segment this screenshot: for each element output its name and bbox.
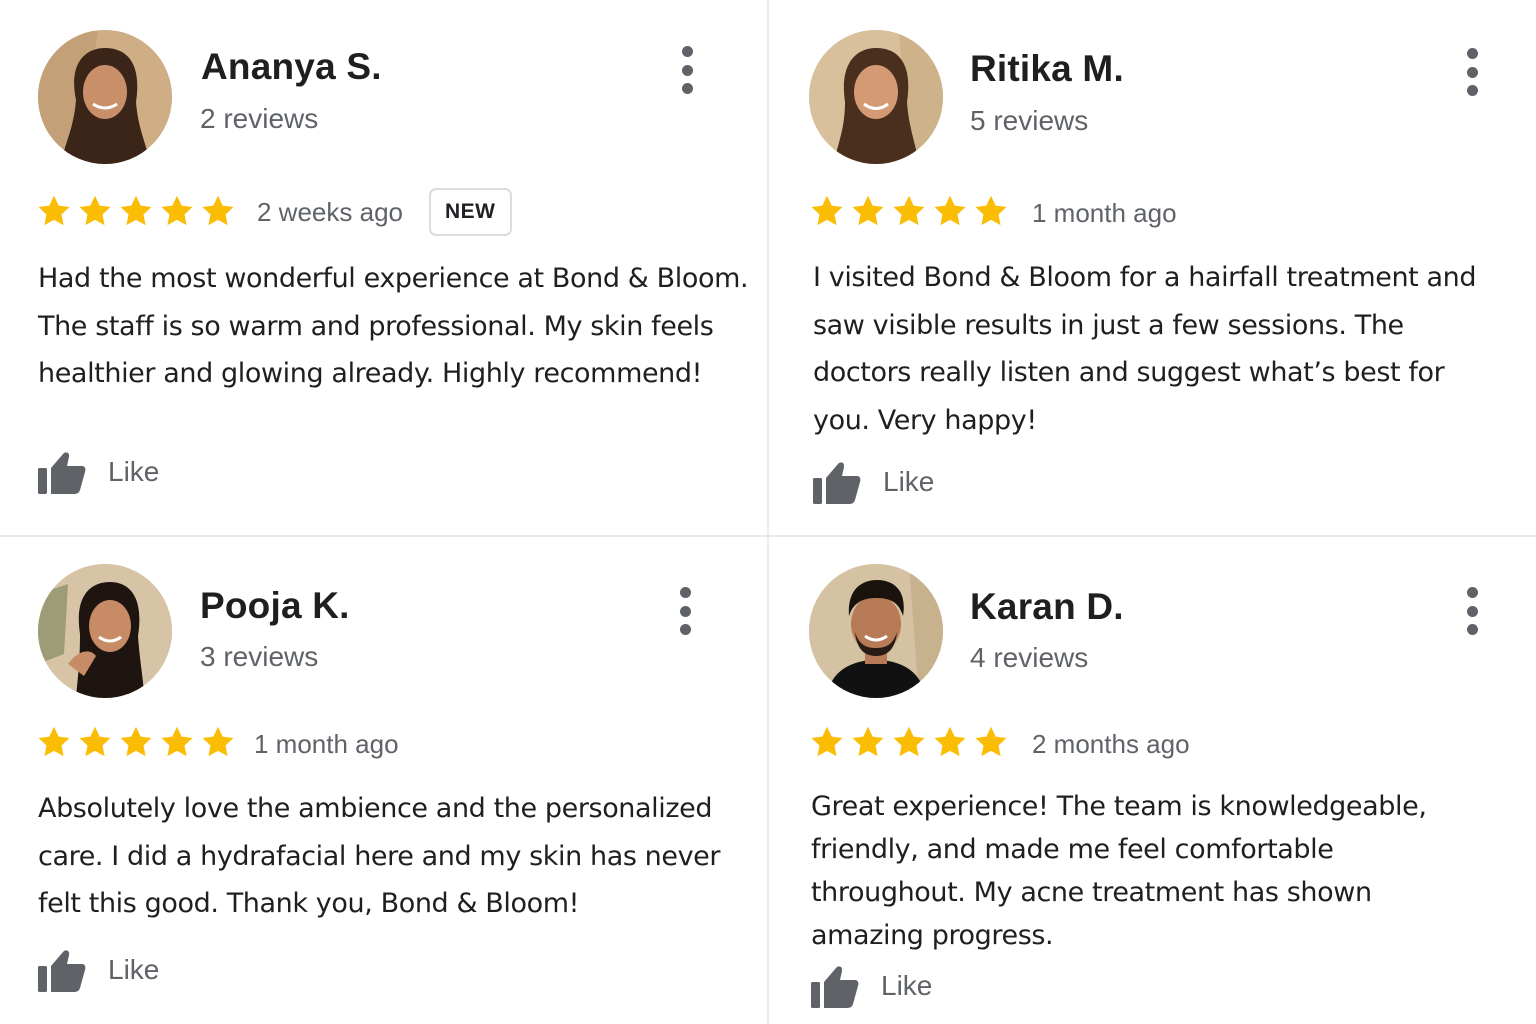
- star-rating: [809, 193, 1009, 229]
- reviewer-avatar[interactable]: [809, 30, 943, 164]
- review-text-line: saw visible results in just a few sessio…: [813, 309, 1404, 341]
- like-label: Like: [108, 456, 160, 487]
- review-date: 1 month ago: [1032, 198, 1177, 228]
- star-rating: [36, 724, 236, 760]
- woman-avatar-icon: [38, 564, 172, 698]
- star-icon: [852, 195, 884, 226]
- reviewer-name[interactable]: Pooja K.: [200, 585, 350, 627]
- more-vert-icon[interactable]: [672, 46, 702, 94]
- thumbs-up-icon: [811, 966, 859, 1008]
- like-button[interactable]: Like: [38, 450, 159, 494]
- review-text-line: you. Very happy!: [813, 404, 1037, 436]
- like-label: Like: [881, 970, 933, 1001]
- review-text-line: I visited Bond & Bloom for a hairfall tr…: [813, 262, 1477, 293]
- review-date: 1 month ago: [254, 729, 399, 759]
- star-icon: [975, 726, 1007, 757]
- star-icon: [202, 726, 234, 757]
- star-rating: [36, 193, 236, 229]
- review-text-line: The staff is so warm and professional. M…: [38, 310, 714, 342]
- review-date: 2 weeks ago: [257, 197, 403, 227]
- like-label: Like: [883, 466, 935, 497]
- star-icon: [38, 726, 70, 757]
- review-text: Great experience! The team is knowledgea…: [811, 785, 1427, 957]
- review-text: Had the most wonderful experience at Bon…: [38, 255, 749, 398]
- review-text-line: doctors really listen and suggest what’s…: [813, 357, 1445, 388]
- star-icon: [934, 195, 966, 226]
- star-icon: [893, 726, 925, 757]
- reviewer-review-count: 2 reviews: [200, 103, 319, 134]
- like-button[interactable]: Like: [811, 964, 932, 1008]
- star-icon: [811, 726, 843, 757]
- review-text-line: Had the most wonderful experience at Bon…: [38, 263, 749, 294]
- star-icon: [161, 195, 193, 226]
- thumbs-up-icon: [38, 452, 86, 494]
- reviewer-review-count: 3 reviews: [200, 641, 319, 672]
- reviewer-name[interactable]: Ritika M.: [970, 48, 1124, 90]
- review-card-ritika: Ritika M. 5 reviews 1 month ago I visite…: [769, 0, 1536, 535]
- star-icon: [38, 195, 70, 226]
- more-vert-icon[interactable]: [1457, 587, 1487, 635]
- review-card-karan: Karan D. 4 reviews 2 months ago Great ex…: [769, 537, 1536, 1024]
- like-label: Like: [108, 954, 160, 985]
- reviewer-name[interactable]: Ananya S.: [201, 46, 382, 88]
- star-icon: [120, 195, 152, 226]
- review-text-line: healthier and glowing already. Highly re…: [38, 358, 703, 389]
- review-text: Absolutely love the ambience and the per…: [38, 785, 721, 928]
- man-avatar-icon: [809, 564, 943, 698]
- reviewer-name[interactable]: Karan D.: [970, 586, 1124, 628]
- review-text-line: Absolutely love the ambience and the per…: [38, 793, 713, 824]
- reviewer-avatar[interactable]: [38, 30, 172, 164]
- new-badge: NEW: [429, 188, 512, 236]
- review-card-ananya: Ananya S. 2 reviews 2 weeks ago NEW Had …: [0, 0, 767, 535]
- review-card-pooja: Pooja K. 3 reviews 1 month ago Absolutel…: [0, 537, 767, 1024]
- star-icon: [934, 726, 966, 757]
- star-icon: [893, 195, 925, 226]
- review-text-line: Great experience! The team is knowledgea…: [811, 791, 1427, 822]
- review-text-line: care. I did a hydrafacial here and my sk…: [38, 840, 721, 872]
- star-icon: [202, 195, 234, 226]
- review-text-line: friendly, and made me feel comfortable: [811, 834, 1334, 865]
- star-icon: [161, 726, 193, 757]
- like-button[interactable]: Like: [813, 460, 934, 504]
- star-icon: [79, 726, 111, 757]
- thumbs-up-icon: [38, 950, 86, 992]
- review-text-line: felt this good. Thank you, Bond & Bloom!: [38, 888, 580, 919]
- like-button[interactable]: Like: [38, 948, 159, 992]
- reviewer-avatar[interactable]: [809, 564, 943, 698]
- reviewer-review-count: 4 reviews: [970, 642, 1089, 673]
- review-date: 2 months ago: [1032, 729, 1190, 759]
- thumbs-up-icon: [813, 462, 861, 504]
- more-vert-icon[interactable]: [1457, 48, 1487, 96]
- star-icon: [79, 195, 111, 226]
- woman-avatar-icon: [809, 30, 943, 164]
- reviewer-review-count: 5 reviews: [970, 105, 1089, 136]
- star-rating: [809, 724, 1009, 760]
- star-icon: [852, 726, 884, 757]
- more-vert-icon[interactable]: [670, 587, 700, 635]
- reviews-grid: Ananya S. 2 reviews 2 weeks ago NEW Had …: [0, 0, 1536, 1024]
- review-text-line: amazing progress.: [811, 920, 1054, 951]
- reviewer-avatar[interactable]: [38, 564, 172, 698]
- review-text-line: throughout. My acne treatment has shown: [811, 877, 1372, 908]
- review-text: I visited Bond & Bloom for a hairfall tr…: [813, 254, 1477, 444]
- star-icon: [975, 195, 1007, 226]
- woman-avatar-icon: [38, 30, 172, 164]
- star-icon: [811, 195, 843, 226]
- star-icon: [120, 726, 152, 757]
